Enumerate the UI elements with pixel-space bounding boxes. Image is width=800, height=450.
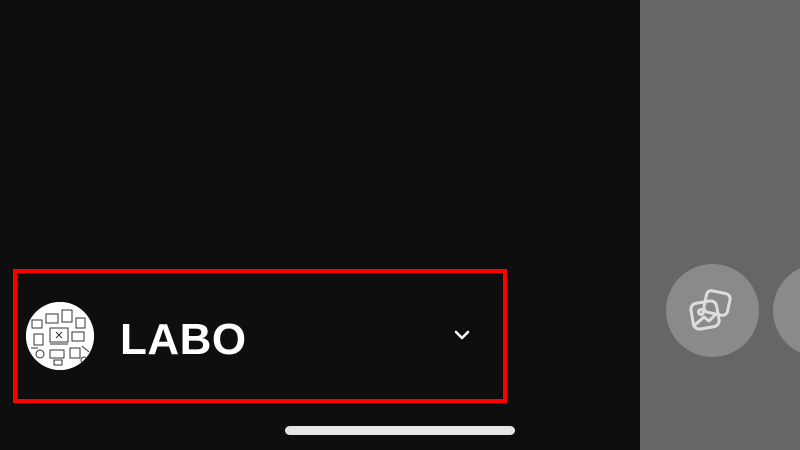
gallery-icon — [689, 289, 732, 331]
right-panel — [640, 0, 800, 450]
gallery-button[interactable] — [666, 264, 759, 357]
avatar-doodle-icon — [26, 302, 94, 370]
screen: LABO — [0, 0, 800, 450]
account-switcher[interactable]: LABO — [16, 272, 500, 394]
chevron-down-icon[interactable] — [452, 328, 472, 342]
home-indicator[interactable] — [285, 426, 515, 435]
account-name[interactable]: LABO — [120, 316, 247, 364]
avatar[interactable] — [26, 302, 94, 370]
